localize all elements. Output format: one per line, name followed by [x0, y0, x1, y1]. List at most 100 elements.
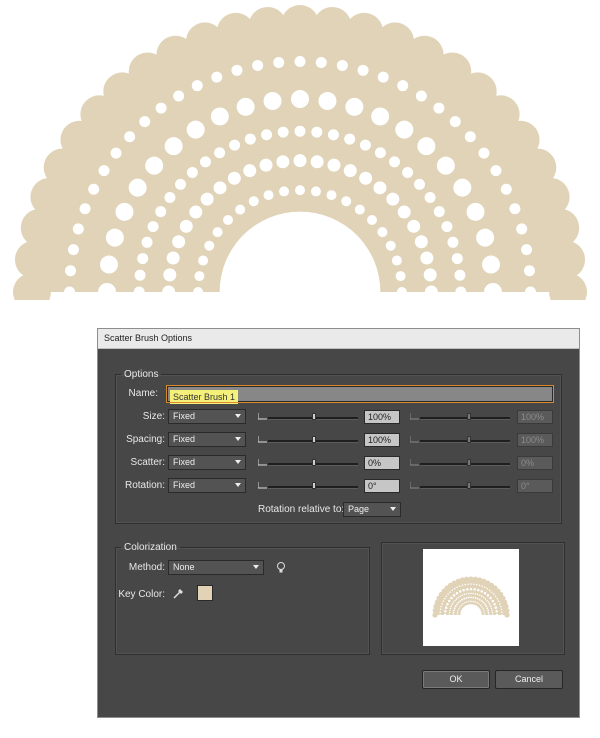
rotation-max-slider-handle[interactable]: [467, 482, 471, 489]
doily-hole: [452, 611, 455, 614]
doily-hole: [465, 597, 468, 599]
doily-hole: [487, 609, 489, 612]
doily-hole: [212, 227, 223, 238]
doily-hole: [293, 154, 307, 168]
doily-hole: [472, 592, 475, 595]
size-min-value[interactable]: 100%: [364, 410, 400, 424]
doily-hole: [391, 255, 402, 266]
cancel-button[interactable]: Cancel: [495, 670, 563, 689]
doily-hole: [139, 116, 151, 128]
rotation-relative-dropdown[interactable]: Page: [343, 502, 401, 517]
doily-hole: [397, 205, 411, 219]
scatter-max-slider-handle[interactable]: [467, 459, 471, 466]
size-max-slider-handle[interactable]: [467, 413, 471, 420]
doily-hole: [137, 253, 149, 265]
name-input[interactable]: Scatter Brush 1: [166, 385, 554, 404]
doily-hole: [524, 286, 536, 298]
scatter-mode-dropdown[interactable]: Fixed: [168, 455, 246, 470]
doily-hole: [478, 598, 481, 601]
doily-hole: [454, 605, 457, 608]
rotation-max-value: 0°: [517, 479, 553, 493]
doily-hole: [463, 593, 466, 596]
doily-hole: [420, 251, 434, 265]
doily-hole: [439, 611, 441, 613]
doily-hole: [105, 228, 124, 247]
doily-hole: [294, 56, 306, 68]
doily-hole: [133, 286, 145, 298]
doily-hole: [252, 59, 264, 71]
doily-hole: [294, 125, 306, 137]
doily-hole: [466, 588, 469, 591]
doily-hole: [310, 186, 321, 197]
doily-hole: [344, 133, 356, 145]
spacing-min-value[interactable]: 100%: [364, 433, 400, 447]
size-max-slider[interactable]: [420, 417, 510, 420]
doily-hole: [479, 604, 482, 607]
doily-hole: [456, 612, 459, 614]
size-mode-dropdown[interactable]: Fixed: [168, 409, 246, 424]
doily-hole: [310, 155, 324, 169]
eyedropper-icon[interactable]: [173, 587, 185, 599]
doily-hole: [491, 611, 494, 614]
doily-hole: [488, 589, 491, 592]
spacing-max-slider-handle[interactable]: [467, 436, 471, 443]
doily-hole: [453, 609, 455, 612]
method-dropdown[interactable]: None: [168, 560, 264, 575]
doily-hole: [459, 595, 461, 598]
doily-hole: [470, 596, 472, 599]
spacing-min-slider-handle[interactable]: [312, 436, 316, 443]
doily-hole: [484, 586, 486, 589]
doily-hole: [454, 269, 466, 281]
doily-hole: [98, 165, 110, 177]
rotation-max-slider[interactable]: [420, 486, 510, 489]
size-min-slider-handle[interactable]: [312, 413, 316, 420]
doily-hole: [472, 600, 474, 603]
doily-hole: [477, 588, 480, 592]
doily-hole: [327, 158, 341, 172]
doily-hole: [227, 171, 241, 185]
doily-hole: [276, 155, 290, 169]
doily-hole: [450, 605, 453, 607]
doily-hole: [500, 605, 502, 608]
doily-hole: [448, 611, 451, 614]
doily-hole: [493, 593, 495, 595]
doily-hole: [67, 244, 79, 256]
doily-hole: [315, 57, 327, 69]
spacing-max-slider[interactable]: [420, 440, 510, 443]
options-group-label: Options: [124, 369, 159, 380]
doily-hole: [494, 595, 497, 598]
method-label: Method:: [128, 562, 165, 573]
doily-hole: [186, 167, 198, 179]
doily-hole: [164, 191, 176, 203]
doily-hole: [433, 206, 445, 218]
doily-hole: [449, 607, 452, 610]
doily-hole: [476, 593, 479, 596]
name-input-value: Scatter Brush 1: [170, 390, 239, 404]
doily-hole: [222, 214, 233, 225]
doily-hole: [204, 240, 215, 251]
doily-hole: [179, 219, 193, 233]
doily-hole: [259, 158, 273, 172]
scatter-min-value[interactable]: 0%: [364, 456, 400, 470]
rotation-min-slider-handle[interactable]: [312, 482, 316, 489]
doily-hole: [191, 80, 203, 92]
doily-hole: [483, 591, 487, 595]
doily-hole: [474, 601, 476, 603]
tips-lightbulb-icon[interactable]: [276, 562, 286, 574]
doily-hole: [371, 107, 390, 126]
doily-hole: [500, 608, 503, 611]
doily-hole: [467, 596, 470, 599]
doily-hole: [175, 178, 187, 190]
rotation-min-value[interactable]: 0°: [364, 479, 400, 493]
doily-hole: [173, 90, 185, 102]
doily-hole: [134, 269, 146, 281]
key-color-swatch[interactable]: [197, 585, 213, 601]
scatter-max-slider[interactable]: [420, 463, 510, 466]
doily-hole: [478, 584, 481, 586]
spacing-mode-dropdown[interactable]: Fixed: [168, 432, 246, 447]
doily-hole: [483, 610, 485, 612]
doily-hole: [444, 610, 447, 613]
scatter-min-slider-handle[interactable]: [312, 459, 316, 466]
ok-button[interactable]: OK: [422, 670, 490, 689]
rotation-mode-dropdown[interactable]: Fixed: [168, 478, 246, 493]
